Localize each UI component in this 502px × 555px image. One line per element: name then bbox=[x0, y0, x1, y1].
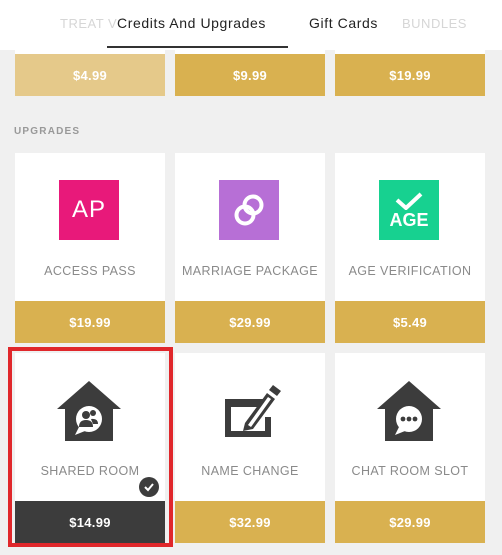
rings-icon bbox=[219, 180, 279, 240]
credit-card-1[interactable]: $4.99 bbox=[15, 48, 165, 96]
upgrade-label: NAME CHANGE bbox=[201, 464, 299, 478]
tab-faded-left[interactable]: TREAT V bbox=[60, 16, 117, 31]
tab-credits-and-upgrades[interactable]: Credits And Upgrades bbox=[117, 15, 266, 31]
tab-gift-cards[interactable]: Gift Cards bbox=[309, 15, 378, 31]
upgrade-label: AGE VERIFICATION bbox=[348, 264, 472, 278]
access-pass-icon: AP bbox=[59, 180, 119, 240]
upgrade-card-name-change[interactable]: NAME CHANGE $32.99 bbox=[175, 353, 325, 543]
age-verification-icon: AGE bbox=[379, 180, 439, 240]
upgrade-price: $5.49 bbox=[335, 301, 485, 343]
selected-check-icon bbox=[139, 477, 159, 497]
upgrade-card-chat-room-slot[interactable]: CHAT ROOM SLOT $29.99 bbox=[335, 353, 485, 543]
upgrade-label: SHARED ROOM bbox=[40, 464, 140, 478]
upgrades-section-label: UPGRADES bbox=[14, 126, 81, 137]
upgrade-card-age-verification[interactable]: AGE AGE VERIFICATION $5.49 bbox=[335, 153, 485, 343]
upgrade-label: ACCESS PASS bbox=[44, 264, 136, 278]
upgrade-price: $29.99 bbox=[335, 501, 485, 543]
credit-price-2: $9.99 bbox=[175, 54, 325, 96]
upgrade-price: $14.99 bbox=[15, 501, 165, 543]
upgrade-card-marriage-package[interactable]: MARRIAGE PACKAGE $29.99 bbox=[175, 153, 325, 343]
shared-room-icon bbox=[57, 381, 121, 441]
upgrade-card-shared-room[interactable]: SHARED ROOM $14.99 bbox=[15, 353, 165, 543]
upgrade-price: $29.99 bbox=[175, 301, 325, 343]
name-change-icon bbox=[225, 385, 281, 437]
credit-card-3[interactable]: $19.99 bbox=[335, 48, 485, 96]
upgrade-label: CHAT ROOM SLOT bbox=[351, 464, 469, 478]
credit-card-2[interactable]: $9.99 bbox=[175, 48, 325, 96]
credit-price-3: $19.99 bbox=[335, 54, 485, 96]
credit-price-1: $4.99 bbox=[15, 54, 165, 96]
tab-bar: TREAT V Credits And Upgrades Gift Cards … bbox=[0, 0, 502, 50]
chat-room-icon bbox=[377, 381, 441, 441]
tab-faded-right[interactable]: BUNDLES bbox=[402, 16, 467, 31]
upgrade-card-access-pass[interactable]: AP ACCESS PASS $19.99 bbox=[15, 153, 165, 343]
upgrade-label: MARRIAGE PACKAGE bbox=[181, 264, 319, 278]
upgrade-price: $32.99 bbox=[175, 501, 325, 543]
upgrade-price: $19.99 bbox=[15, 301, 165, 343]
